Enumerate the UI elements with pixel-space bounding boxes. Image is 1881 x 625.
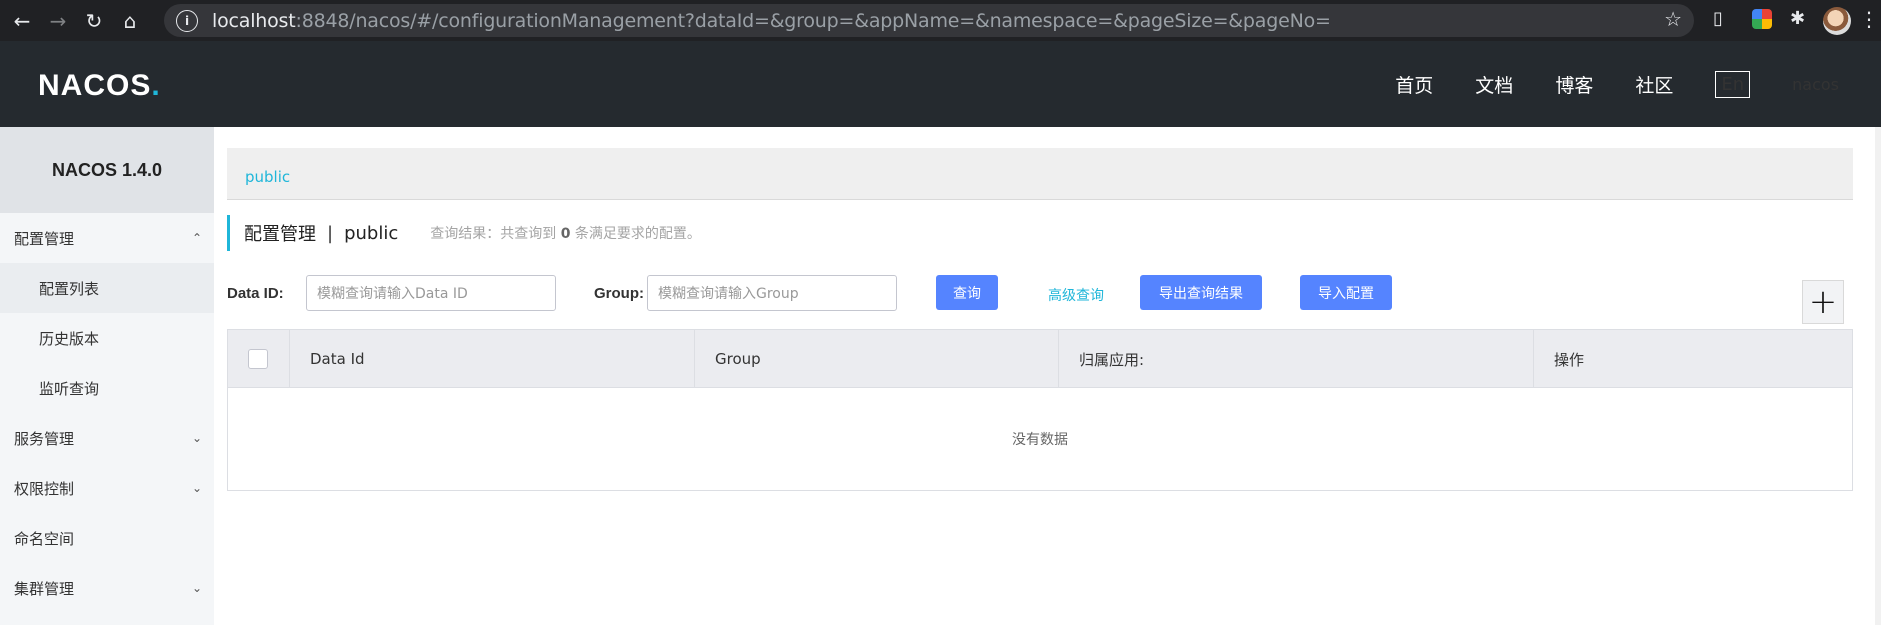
url-text[interactable]: localhost:8848/nacos/#/configurationMana… — [212, 10, 1331, 32]
nav-home[interactable]: 首页 — [1395, 71, 1433, 98]
sidebar-item-namespace[interactable]: 命名空间 — [0, 513, 214, 563]
column-header-dataid[interactable]: Data Id — [290, 330, 695, 388]
column-header-actions: 操作 — [1554, 350, 1585, 369]
extension-colorful-icon[interactable] — [1752, 9, 1772, 29]
forward-arrow-icon[interactable]: → — [44, 7, 72, 35]
bookmark-icon[interactable]: ▯ — [1713, 8, 1723, 29]
column-header-group[interactable]: Group — [695, 330, 1059, 388]
profile-avatar[interactable] — [1823, 7, 1851, 35]
select-all-checkbox[interactable] — [248, 349, 268, 369]
group-search-input[interactable]: 模糊查询请输入Group — [647, 275, 897, 311]
user-menu[interactable]: nacos — [1792, 75, 1839, 94]
home-icon[interactable]: ⌂ — [116, 7, 144, 35]
sidebar-item-cluster-management[interactable]: 集群管理 ⌄ — [0, 563, 214, 613]
back-arrow-icon[interactable]: ← — [8, 7, 36, 35]
site-info-icon[interactable]: i — [176, 9, 198, 32]
sidebar-item-config-management[interactable]: 配置管理 ⌃ — [0, 213, 214, 263]
language-switch-button[interactable]: En — [1715, 70, 1751, 98]
query-button[interactable]: 查询 — [936, 275, 998, 310]
main-content: public 配置管理 | public 查询结果：共查询到 0 条满足要求的配… — [214, 127, 1881, 625]
page-title: 配置管理 — [244, 224, 316, 245]
import-config-button[interactable]: 导入配置 — [1300, 275, 1392, 310]
nav-blog[interactable]: 博客 — [1555, 71, 1593, 98]
address-bar[interactable]: i localhost:8848/nacos/#/configurationMa… — [164, 4, 1694, 37]
sidebar-item-config-list[interactable]: 配置列表 — [0, 263, 214, 313]
dataid-search-input[interactable]: 模糊查询请输入Data ID — [306, 275, 556, 311]
title-namespace: public — [344, 222, 399, 244]
query-result-summary: 查询结果：共查询到 0 条满足要求的配置。 — [430, 226, 701, 242]
filter-bar: Data ID: 模糊查询请输入Data ID Group: 模糊查询请输入Gr… — [227, 275, 1857, 315]
reload-icon[interactable]: ↻ — [80, 7, 108, 35]
extensions-puzzle-icon[interactable]: ✱ — [1790, 8, 1805, 29]
advanced-query-link[interactable]: 高级查询 — [1048, 285, 1104, 305]
chevron-down-icon: ⌄ — [191, 581, 202, 595]
chevron-down-icon: ⌄ — [191, 481, 202, 495]
title-separator: | — [327, 222, 334, 244]
export-results-button[interactable]: 导出查询结果 — [1140, 275, 1262, 310]
dataid-label: Data ID: — [227, 285, 284, 302]
browser-chrome: ← → ↻ ⌂ i localhost:8848/nacos/#/configu… — [0, 0, 1881, 41]
browser-menu-icon[interactable]: ⋮ — [1859, 7, 1879, 31]
app-header: NACOS. 首页 文档 博客 社区 En nacos — [0, 41, 1881, 127]
sidebar: NACOS 1.4.0 配置管理 ⌃ 配置列表 历史版本 监听查询 服务管理 ⌄… — [0, 127, 214, 625]
namespace-bar: public — [227, 148, 1853, 200]
chevron-up-icon: ⌃ — [191, 231, 202, 245]
scrollbar[interactable] — [1875, 127, 1881, 625]
sidebar-item-listener-query[interactable]: 监听查询 — [0, 363, 214, 413]
nav-community[interactable]: 社区 — [1635, 71, 1673, 98]
group-label: Group: — [594, 285, 644, 302]
empty-state: 没有数据 — [1012, 432, 1068, 448]
chevron-down-icon: ⌄ — [191, 431, 202, 445]
sidebar-item-access-control[interactable]: 权限控制 ⌄ — [0, 463, 214, 513]
column-header-app[interactable]: 归属应用: — [1059, 330, 1534, 388]
nav-docs[interactable]: 文档 — [1475, 71, 1513, 98]
table-header: Data Id Group 归属应用: 操作 — [228, 330, 1852, 388]
sidebar-item-service-management[interactable]: 服务管理 ⌄ — [0, 413, 214, 463]
add-config-button[interactable]: + — [1802, 280, 1844, 324]
top-nav: 首页 文档 博客 社区 En nacos — [1395, 41, 1881, 127]
nacos-logo[interactable]: NACOS. — [38, 69, 161, 103]
version-brand: NACOS 1.4.0 — [0, 127, 214, 213]
sidebar-item-history[interactable]: 历史版本 — [0, 313, 214, 363]
select-all-cell — [228, 330, 290, 388]
namespace-tab-public[interactable]: public — [245, 168, 290, 186]
page-title-row: 配置管理 | public 查询结果：共查询到 0 条满足要求的配置。 — [227, 215, 1127, 251]
bookmark-star-icon[interactable]: ☆ — [1664, 7, 1682, 31]
config-table: Data Id Group 归属应用: 操作 没有数据 — [227, 329, 1853, 491]
